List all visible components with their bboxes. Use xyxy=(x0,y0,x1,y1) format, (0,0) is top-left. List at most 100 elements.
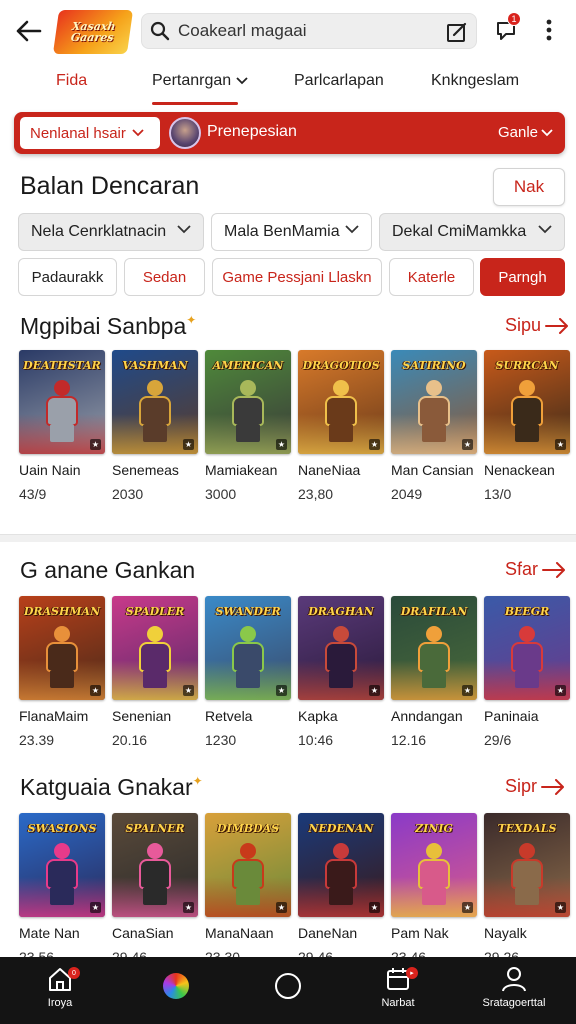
game-name: NaneNiaa xyxy=(298,462,361,478)
app-logo[interactable]: Xasaxh Gaares xyxy=(52,10,134,54)
game-value: 20.16 xyxy=(112,732,148,748)
game-thumbnail[interactable]: DRASHMAN ★ xyxy=(19,596,105,700)
section-3-more-link[interactable]: Sipr xyxy=(505,776,565,797)
arrow-right-icon xyxy=(541,778,565,795)
game-card[interactable]: SPALNER★CanaSian29.46 xyxy=(112,813,198,965)
rating-badge-icon: ★ xyxy=(554,685,566,696)
game-card[interactable]: SWANDER ★ Retvela 1230 xyxy=(205,596,291,748)
nav-item-profile[interactable]: Sratagoerttal xyxy=(464,965,564,1021)
edit-icon[interactable] xyxy=(446,21,468,43)
tab-fida[interactable]: Fida xyxy=(56,72,87,90)
avatar[interactable] xyxy=(169,117,201,149)
sparkle-icon: ✦ xyxy=(192,774,203,788)
chip-katerle[interactable]: Katerle xyxy=(389,258,474,296)
game-thumbnail[interactable]: ZINIG ★ xyxy=(391,813,477,917)
rating-badge-icon: ★ xyxy=(461,685,473,696)
chip-sedan[interactable]: Sedan xyxy=(124,258,205,296)
nak-button[interactable]: Nak xyxy=(493,168,565,206)
section-title-3: Katguaia Gnakar✦ xyxy=(20,774,203,801)
game-card[interactable]: TEXDALS★Nayalk29.26 xyxy=(484,813,570,965)
game-value: 13/0 xyxy=(484,486,512,502)
section-divider xyxy=(0,534,576,542)
section-title-text: Katguaia Gnakar xyxy=(20,774,193,800)
game-card[interactable]: AMERICAN ★ Mamiakean 3000 xyxy=(205,350,291,502)
section-1-more-link[interactable]: Sipu xyxy=(505,315,569,336)
game-card[interactable]: BEEGR ★ Paninaia 29/6 xyxy=(484,596,570,748)
arrow-right-icon xyxy=(545,317,569,334)
section-2-more-link[interactable]: Sfar xyxy=(505,559,566,580)
tab-knkngeslam[interactable]: Knkngeslam xyxy=(431,72,519,90)
game-card[interactable]: DRAGOTIOS ★ NaneNiaa 23,80 xyxy=(298,350,384,502)
game-character xyxy=(135,843,175,905)
game-thumbnail[interactable]: SURRCAN ★ xyxy=(484,350,570,454)
arrow-right-icon xyxy=(542,561,566,578)
chevron-down-icon xyxy=(345,225,359,234)
game-character xyxy=(42,626,82,688)
game-thumbnail[interactable]: DRAGHAN ★ xyxy=(298,596,384,700)
game-card[interactable]: VASHMAN ★ Senemeas 2030 xyxy=(112,350,198,502)
nav-item-center[interactable] xyxy=(238,965,338,1021)
search-bar[interactable] xyxy=(141,13,477,49)
game-art-title: DRAFILAN xyxy=(400,605,468,618)
search-input[interactable] xyxy=(178,21,428,41)
game-thumbnail[interactable]: NEDENAN ★ xyxy=(298,813,384,917)
game-art-title: AMERICAN xyxy=(212,359,284,372)
game-card[interactable]: SURRCAN ★ Nenackean 13/0 xyxy=(484,350,570,502)
rating-badge-icon: ★ xyxy=(461,902,473,913)
dropdown-filter-2[interactable]: Mala BenMamia xyxy=(211,213,372,251)
nav-label: Sratagoerttal xyxy=(482,997,546,1009)
nav-item-narbat[interactable]: ▸ Narbat xyxy=(348,965,448,1021)
chip-padaurakk[interactable]: Padaurakk xyxy=(18,258,117,296)
game-dropdown[interactable]: Ganle xyxy=(498,124,553,141)
game-thumbnail[interactable]: DIMBDAS ★ xyxy=(205,813,291,917)
game-card[interactable]: ZINIG★Pam Nak23.46 xyxy=(391,813,477,965)
rating-badge-icon: ★ xyxy=(89,685,101,696)
rating-badge-icon: ★ xyxy=(275,902,287,913)
game-thumbnail[interactable]: DRAFILAN ★ xyxy=(391,596,477,700)
game-art-title: BEEGR xyxy=(504,605,550,618)
tab-pertanrgan[interactable]: Pertanrgan xyxy=(152,72,248,90)
dropdown-filter-1[interactable]: Nela Cenrklatnacin xyxy=(18,213,204,251)
notifications-button[interactable]: 1 xyxy=(490,12,522,46)
tab-label: Pertanrgan xyxy=(152,72,232,89)
game-thumbnail[interactable]: VASHMAN ★ xyxy=(112,350,198,454)
back-button[interactable] xyxy=(12,14,46,48)
game-thumbnail[interactable]: SATIRINO ★ xyxy=(391,350,477,454)
game-thumbnail[interactable]: DRAGOTIOS ★ xyxy=(298,350,384,454)
game-thumbnail[interactable]: SPALNER ★ xyxy=(112,813,198,917)
profile-label[interactable]: Prenepesian xyxy=(207,123,297,141)
game-character xyxy=(42,843,82,905)
game-thumbnail[interactable]: AMERICAN ★ xyxy=(205,350,291,454)
game-card[interactable]: DEATHSTAR ★ Uain Nain 43/9 xyxy=(19,350,105,502)
game-name: Nayalk xyxy=(484,925,527,941)
game-character xyxy=(135,626,175,688)
search-icon xyxy=(142,13,178,49)
chip-parngh[interactable]: Parngh xyxy=(480,258,565,296)
more-menu-button[interactable] xyxy=(536,14,562,46)
game-card[interactable]: DRAFILAN ★ Anndangan 12.16 xyxy=(391,596,477,748)
game-thumbnail[interactable]: SWANDER ★ xyxy=(205,596,291,700)
game-character xyxy=(414,626,454,688)
game-card[interactable]: DRASHMAN ★ FlanaMaim 23.39 xyxy=(19,596,105,748)
section-title-2: G anane Gankan xyxy=(20,557,196,583)
game-card[interactable]: SATIRINO ★ Man Cansian 2049 xyxy=(391,350,477,502)
game-thumbnail[interactable]: SWASIONS ★ xyxy=(19,813,105,917)
game-thumbnail[interactable]: SPADLER ★ xyxy=(112,596,198,700)
filter-select[interactable]: Nenlanal hsair xyxy=(20,117,160,149)
section-title-text: Mgpibai Sanbpa xyxy=(20,313,187,339)
home-badge: 0 xyxy=(68,967,80,979)
tab-parlcarlapan[interactable]: Parlcarlapan xyxy=(294,72,384,90)
game-thumbnail[interactable]: DEATHSTAR ★ xyxy=(19,350,105,454)
game-card[interactable]: DRAGHAN ★ Kapka 10:46 xyxy=(298,596,384,748)
chip-game-pessjani[interactable]: Game Pessjani Llaskn xyxy=(212,258,382,296)
game-thumbnail[interactable]: TEXDALS ★ xyxy=(484,813,570,917)
game-card[interactable]: SWASIONS★Mate Nan23.56 xyxy=(19,813,105,965)
game-character xyxy=(414,380,454,442)
nav-item-explore[interactable] xyxy=(126,965,226,1021)
game-card[interactable]: DIMBDAS★ManaNaan23.30 xyxy=(205,813,291,965)
game-card[interactable]: SPADLER ★ Senenian 20.16 xyxy=(112,596,198,748)
nav-item-home[interactable]: 0 Iroya xyxy=(10,965,110,1021)
game-thumbnail[interactable]: BEEGR ★ xyxy=(484,596,570,700)
dropdown-filter-3[interactable]: Dekal CmiMamkka xyxy=(379,213,565,251)
game-card[interactable]: NEDENAN★DaneNan29.46 xyxy=(298,813,384,965)
